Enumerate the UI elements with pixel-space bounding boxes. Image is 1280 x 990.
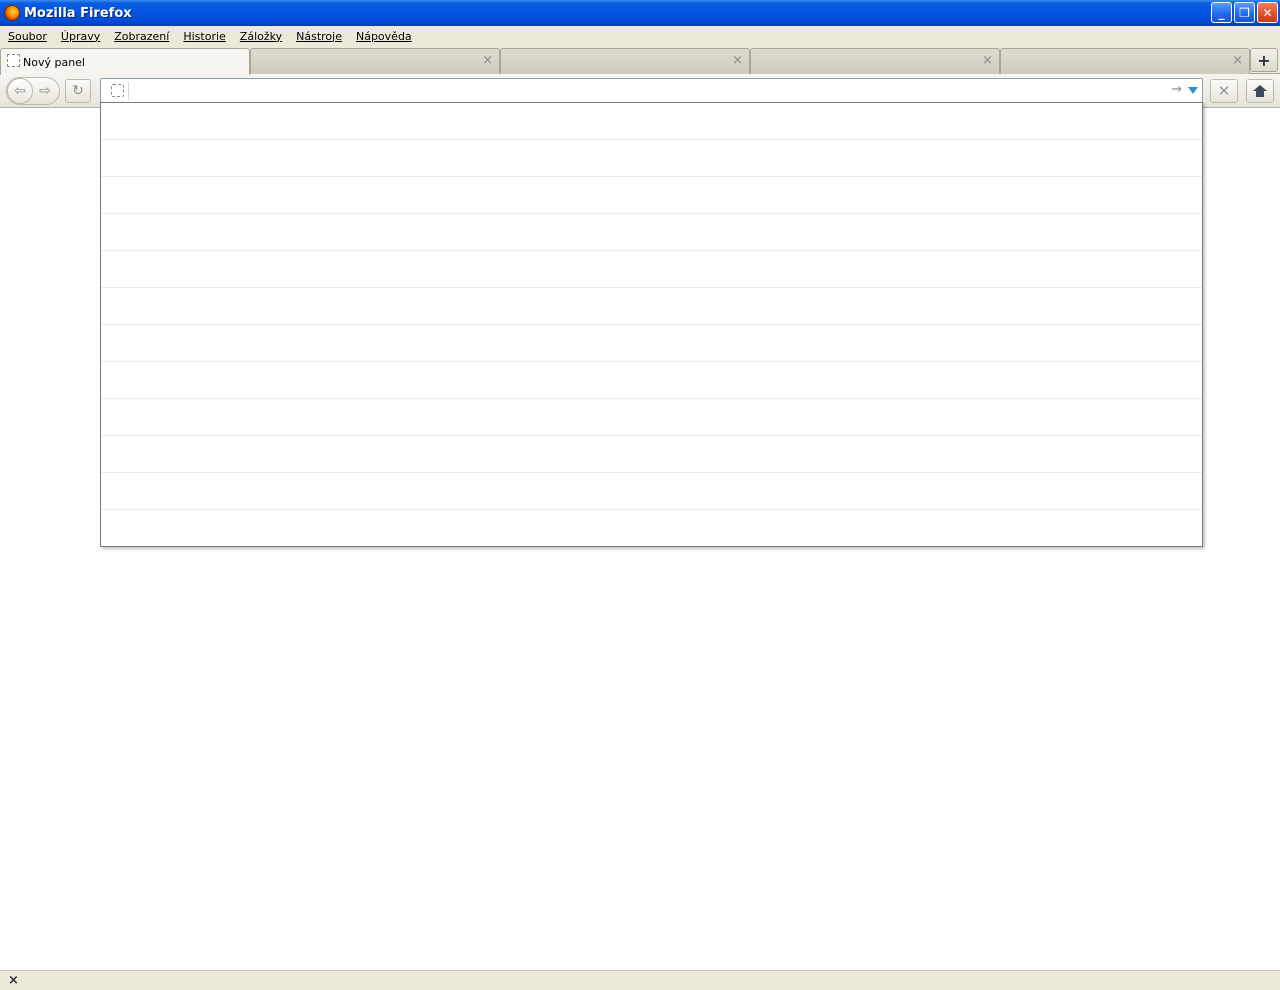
autocomplete-row[interactable] bbox=[101, 251, 1202, 288]
tab-close-icon[interactable]: × bbox=[982, 53, 993, 68]
close-window-button[interactable]: ✕ bbox=[1257, 2, 1278, 23]
autocomplete-row[interactable] bbox=[101, 362, 1202, 399]
tab-4[interactable]: × bbox=[750, 48, 1000, 74]
url-input[interactable] bbox=[133, 82, 1163, 100]
go-arrow-icon[interactable]: → bbox=[1171, 82, 1182, 97]
reload-button[interactable]: ↻ bbox=[65, 79, 91, 103]
tab-new-panel[interactable]: Nový panel bbox=[0, 48, 250, 75]
menu-bar: Soubor Úpravy Zobrazení Historie Záložky… bbox=[0, 26, 1280, 46]
autocomplete-row[interactable] bbox=[101, 325, 1202, 362]
home-icon bbox=[1253, 85, 1267, 97]
back-arrow-icon: ⇦ bbox=[14, 83, 26, 99]
tab-label: Nový panel bbox=[23, 56, 85, 69]
tab-close-icon[interactable]: × bbox=[482, 53, 493, 68]
back-button[interactable]: ⇦ bbox=[7, 78, 33, 104]
autocomplete-row[interactable] bbox=[101, 473, 1202, 510]
tab-close-icon[interactable]: × bbox=[1232, 53, 1243, 68]
restore-button[interactable]: ❐ bbox=[1234, 2, 1255, 23]
page-identity-icon bbox=[111, 84, 124, 97]
history-dropdown-icon[interactable] bbox=[1188, 87, 1198, 94]
menu-zalozky[interactable]: Záložky bbox=[234, 30, 290, 43]
autocomplete-row[interactable] bbox=[101, 103, 1202, 140]
tab-strip: Nový panel × × × × bbox=[0, 46, 1280, 75]
home-button[interactable] bbox=[1246, 79, 1274, 103]
forward-arrow-icon: ⇨ bbox=[39, 83, 51, 99]
addon-bar: × bbox=[0, 970, 1280, 990]
autocomplete-row[interactable] bbox=[101, 288, 1202, 325]
window-title: Mozilla Firefox bbox=[24, 5, 132, 21]
tab-close-icon[interactable]: × bbox=[732, 53, 743, 68]
title-bar[interactable]: Mozilla Firefox _ ❐ ✕ bbox=[0, 0, 1280, 26]
url-bar[interactable]: → bbox=[100, 78, 1203, 103]
autocomplete-row[interactable] bbox=[101, 510, 1202, 547]
autocomplete-row[interactable] bbox=[101, 399, 1202, 436]
autocomplete-row[interactable] bbox=[101, 214, 1202, 251]
menu-historie[interactable]: Historie bbox=[177, 30, 233, 43]
firefox-logo-icon bbox=[4, 5, 20, 21]
autocomplete-row[interactable] bbox=[101, 436, 1202, 473]
identity-box[interactable] bbox=[105, 82, 129, 100]
new-tab-button[interactable]: + bbox=[1250, 48, 1278, 72]
stop-button[interactable]: ✕ bbox=[1210, 79, 1238, 103]
minimize-button[interactable]: _ bbox=[1211, 2, 1232, 23]
tab-2[interactable]: × bbox=[250, 48, 500, 74]
tab-3[interactable]: × bbox=[500, 48, 750, 74]
autocomplete-row[interactable] bbox=[101, 140, 1202, 177]
window-controls: _ ❐ ✕ bbox=[1211, 2, 1278, 23]
url-autocomplete-popup bbox=[100, 102, 1203, 547]
menu-upravy[interactable]: Úpravy bbox=[55, 30, 108, 43]
menu-napoveda[interactable]: Nápověda bbox=[350, 30, 420, 43]
tab-5[interactable]: × bbox=[1000, 48, 1250, 74]
forward-button[interactable]: ⇨ bbox=[34, 79, 56, 103]
close-addon-bar-icon[interactable]: × bbox=[8, 973, 19, 988]
autocomplete-row[interactable] bbox=[101, 177, 1202, 214]
reload-icon: ↻ bbox=[72, 83, 84, 99]
menu-nastroje[interactable]: Nástroje bbox=[290, 30, 350, 43]
stop-icon: ✕ bbox=[1217, 82, 1231, 100]
menu-soubor[interactable]: Soubor bbox=[2, 30, 55, 43]
menu-zobrazeni[interactable]: Zobrazení bbox=[108, 30, 177, 43]
blank-page-icon bbox=[7, 54, 20, 67]
